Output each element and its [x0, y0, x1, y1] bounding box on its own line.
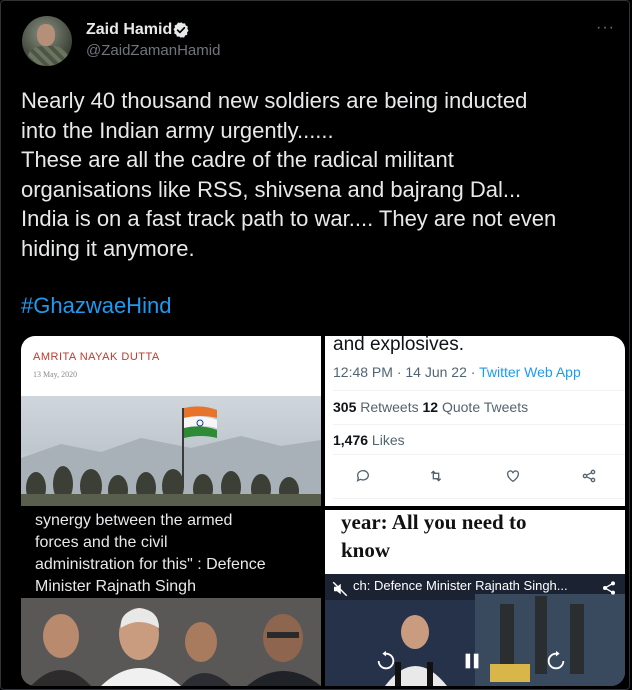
officials-illustration: [21, 598, 321, 686]
tweet-card: Zaid Hamid @ZaidZamanHamid ··· Nearly 40…: [0, 0, 630, 690]
headline-line: know: [341, 538, 391, 562]
screenshot-action-bar: [325, 458, 625, 483]
soldiers-flag-photo: [21, 396, 321, 506]
officials-photo: [21, 598, 321, 686]
tweet-line: India is on a fast track path to war....…: [21, 206, 557, 231]
avatar-face: [37, 24, 55, 46]
quotes-count: 12: [422, 399, 439, 415]
more-options-icon[interactable]: ···: [596, 19, 615, 37]
soldiers-illustration: [21, 406, 321, 506]
tweet-line: Nearly 40 thousand new soldiers are bein…: [21, 88, 528, 113]
divider: [333, 454, 625, 455]
forward-icon[interactable]: [545, 650, 567, 672]
screenshot-text: and explosives.: [333, 336, 464, 355]
divider: [333, 498, 625, 499]
caption-line: administration for this" : Defence: [35, 556, 266, 573]
media-tile-caption[interactable]: synergy between the armed forces and the…: [21, 510, 321, 686]
caption-line: forces and the civil: [35, 534, 168, 551]
quotes-label: Quote Tweets: [438, 399, 529, 415]
likes-count: 1,476: [333, 432, 369, 448]
share-icon: [582, 469, 596, 483]
retweets-count: 305: [333, 399, 357, 415]
like-icon: [507, 470, 519, 483]
media-tile-tweet-screenshot[interactable]: and explosives. 12:48 PM · 14 Jun 22 · T…: [325, 336, 625, 506]
screenshot-retweet-stats: 305 Retweets 12 Quote Tweets: [333, 399, 528, 415]
tweet-text: Nearly 40 thousand new soldiers are bein…: [21, 86, 626, 263]
video-player[interactable]: ch: Defence Minister Rajnath Singh...: [325, 574, 625, 686]
user-handle[interactable]: @ZaidZamanHamid: [86, 42, 220, 59]
screenshot-like-stats: 1,476 Likes: [333, 432, 405, 448]
article-author: AMRITA NAYAK DUTTA: [33, 351, 160, 363]
mute-icon[interactable]: [331, 580, 349, 598]
rewind-icon[interactable]: [375, 650, 397, 672]
media-tile-article[interactable]: AMRITA NAYAK DUTTA 13 May, 2020: [21, 336, 321, 506]
reply-icon: [356, 470, 369, 482]
caption-line: Minister Rajnath Singh: [35, 578, 196, 595]
verified-badge-icon: [173, 22, 189, 38]
retweet-icon: [430, 470, 442, 482]
avatar-body: [28, 46, 68, 66]
hashtag-link[interactable]: #GhazwaeHind: [21, 293, 171, 319]
display-name[interactable]: Zaid Hamid: [86, 21, 172, 39]
tweet-line: organisations like RSS, shivsena and baj…: [21, 176, 522, 202]
avatar[interactable]: [22, 16, 72, 66]
article-date: 13 May, 2020: [33, 370, 78, 379]
screenshot-app: Twitter Web App: [479, 364, 581, 380]
tweet-line: These are all the cadre of the radical m…: [21, 147, 454, 172]
divider: [333, 424, 625, 425]
headline-line: year: All you need to: [341, 510, 527, 534]
screenshot-timestamp: 12:48 PM · 14 Jun 22 · Twitter Web App: [333, 364, 581, 380]
likes-label: Likes: [368, 432, 405, 448]
pause-icon[interactable]: [461, 650, 483, 672]
tweet-line: hiding it anymore.: [21, 235, 195, 261]
caption-line: synergy between the armed: [35, 512, 233, 529]
divider: [333, 390, 625, 391]
tweet-line: into the Indian army urgently......: [21, 117, 334, 143]
media-grid: AMRITA NAYAK DUTTA 13 May, 2020 and expl…: [21, 336, 625, 686]
screenshot-time: 12:48 PM · 14 Jun 22 ·: [333, 364, 480, 380]
caption-text: synergy between the armed forces and the…: [35, 510, 266, 598]
video-title: ch: Defence Minister Rajnath Singh...: [353, 578, 568, 593]
retweets-label: Retweets: [356, 399, 423, 415]
news-headline: year: All you need to know: [341, 510, 526, 564]
share-icon[interactable]: [601, 580, 617, 596]
media-tile-news[interactable]: year: All you need to know ch: Defence M…: [325, 510, 625, 686]
